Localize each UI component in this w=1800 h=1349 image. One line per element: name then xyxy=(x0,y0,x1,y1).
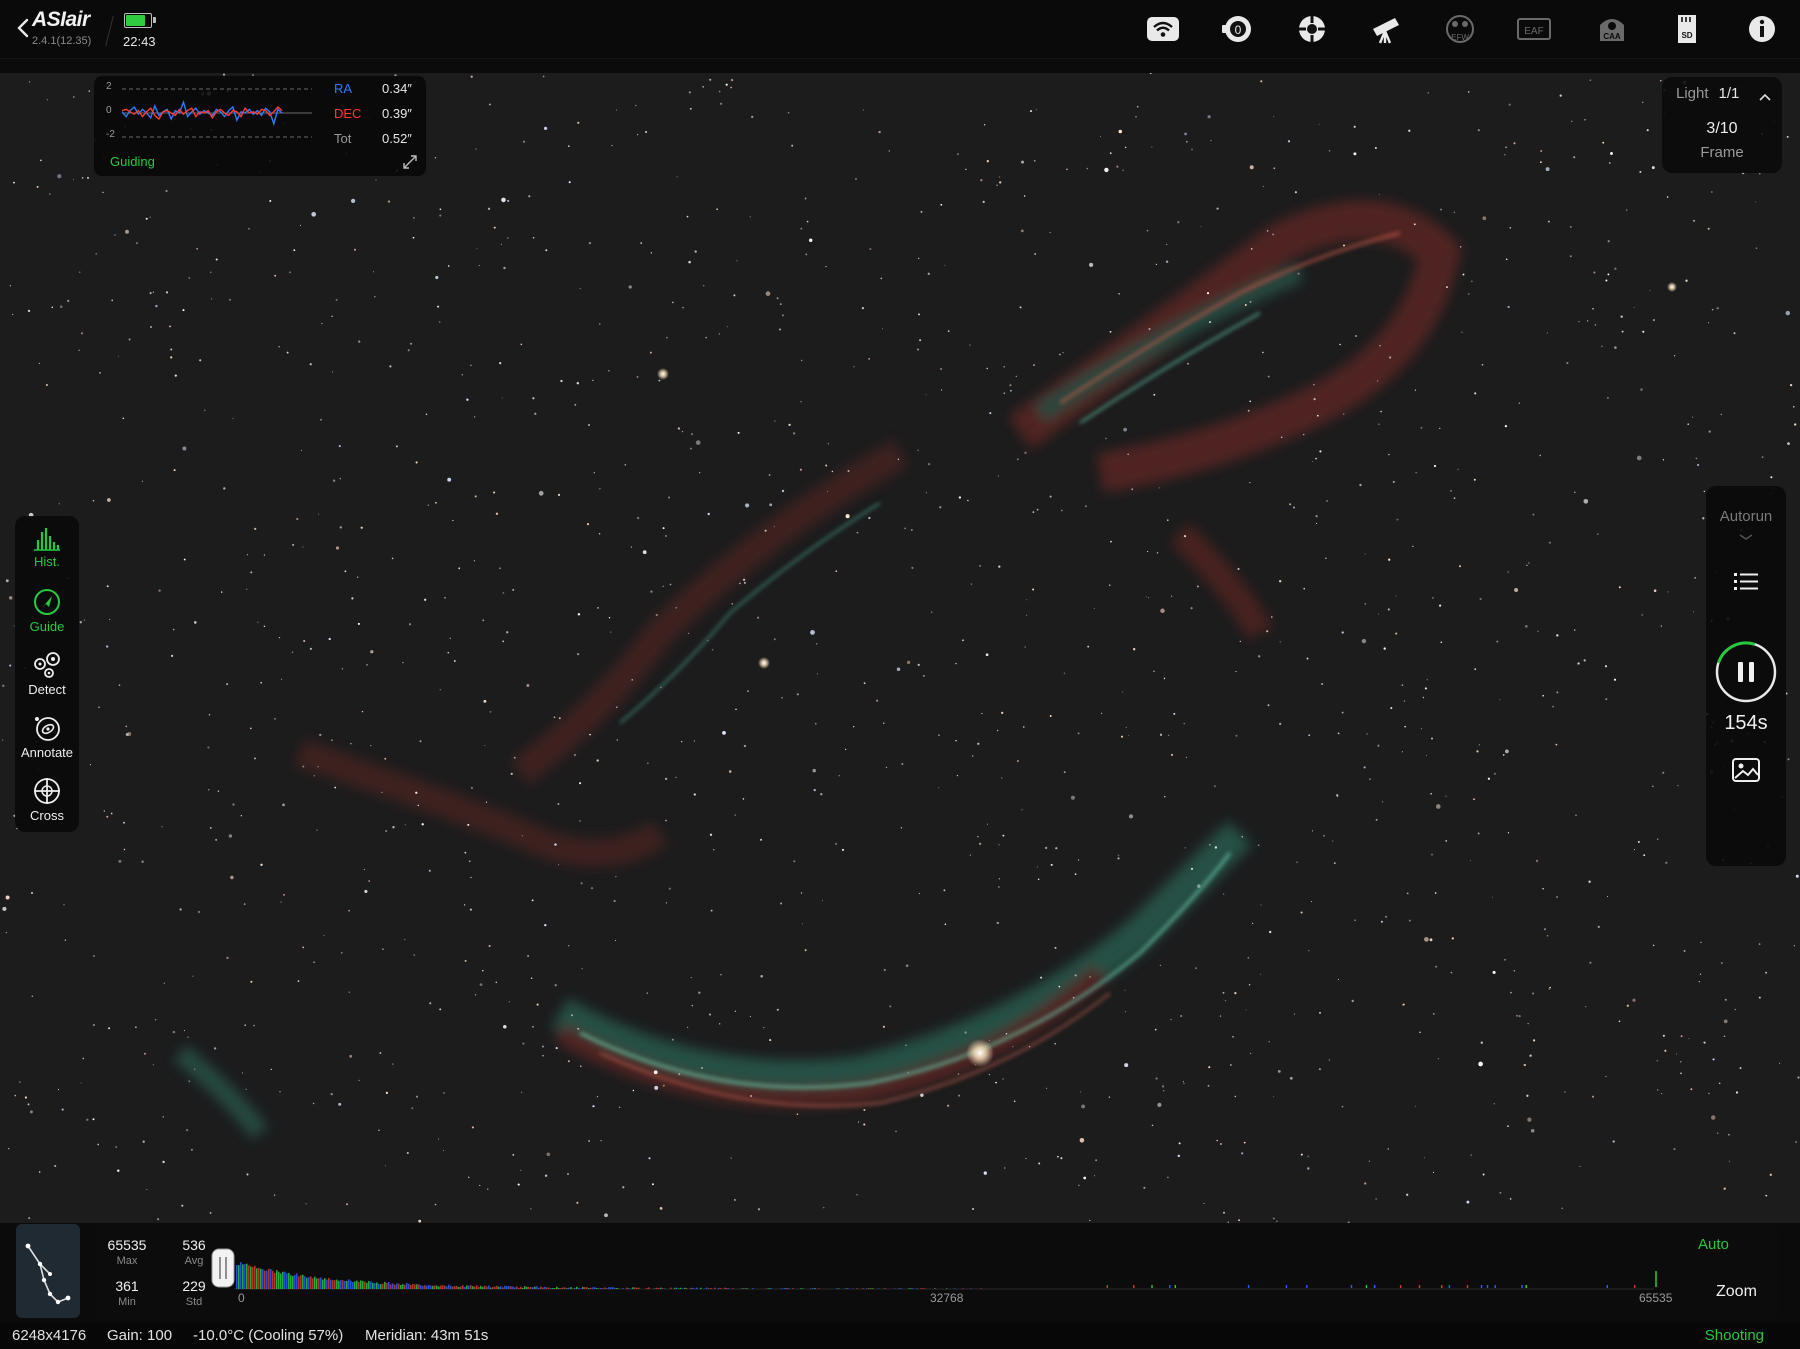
app-logo: ASIair xyxy=(32,8,90,31)
back-button[interactable] xyxy=(14,16,34,40)
clock: 22:43 xyxy=(123,34,156,49)
frame-label: Frame xyxy=(1700,144,1744,161)
telescope-icon[interactable] xyxy=(1367,10,1405,48)
tool-guide[interactable]: Guide xyxy=(15,581,79,639)
battery-icon xyxy=(124,13,156,28)
efw-icon[interactable]: EFW xyxy=(1441,10,1479,48)
veil-nebula-image xyxy=(2,73,1800,1223)
sd-card-icon[interactable]: SD xyxy=(1668,10,1706,48)
info-icon[interactable] xyxy=(1743,10,1781,48)
wifi-icon[interactable] xyxy=(1144,10,1182,48)
svg-text:EFW: EFW xyxy=(1451,33,1469,42)
exposure-progress-arc xyxy=(1716,641,1756,664)
hist-axis-tick: 32768 xyxy=(930,1291,964,1305)
guiding-graph-panel[interactable]: 2 0 -2 RA 0.34″ DEC 0.39″ Tot 0.52″ Guid… xyxy=(94,76,426,176)
dec-label: DEC xyxy=(334,106,362,121)
frame-count: 3/10 xyxy=(1706,120,1738,137)
black-point-slider[interactable] xyxy=(211,1248,235,1288)
guide-axis-tick: 2 xyxy=(106,81,112,92)
guide-icon xyxy=(34,589,60,615)
tool-label: Cross xyxy=(30,808,64,823)
tool-label: Hist. xyxy=(34,554,60,569)
tool-label: Detect xyxy=(28,682,66,697)
tot-label: Tot xyxy=(334,131,352,146)
tool-sidebar: Hist. Guide Detect Annotate Cross xyxy=(15,516,79,832)
histogram-bars xyxy=(236,1262,1636,1289)
histogram-icon xyxy=(34,528,60,551)
caa-icon[interactable]: CAA xyxy=(1593,10,1631,48)
top-bar: ASIair 2.4.1(12.35) 22:43 0 EFW EAF CAA … xyxy=(0,0,1800,59)
tool-hist[interactable]: Hist. xyxy=(15,518,79,576)
auto-stretch-button[interactable]: Auto xyxy=(1698,1236,1729,1253)
list-icon[interactable] xyxy=(1730,568,1762,596)
chevron-down-icon xyxy=(1738,528,1754,540)
svg-text:CAA: CAA xyxy=(1603,32,1621,41)
hist-axis-tick: 0 xyxy=(238,1291,245,1305)
ra-label: RA xyxy=(334,81,353,96)
sensor-temperature: -10.0°C (Cooling 57%) xyxy=(193,1327,344,1344)
pause-button[interactable] xyxy=(1714,640,1778,704)
tool-detect[interactable]: Detect xyxy=(15,644,79,702)
dec-value: 0.39″ xyxy=(382,106,412,121)
guide-axis-tick: -2 xyxy=(106,129,115,140)
eaf-icon[interactable]: EAF xyxy=(1515,10,1553,48)
tot-value: 0.52″ xyxy=(382,131,412,146)
camera-icon[interactable]: 0 xyxy=(1219,10,1257,48)
tool-annotate[interactable]: Annotate xyxy=(15,707,79,765)
ra-value: 0.34″ xyxy=(382,81,412,96)
svg-text:SD: SD xyxy=(1681,31,1692,40)
status-bar: 6248x4176 Gain: 100 -10.0°C (Cooling 57%… xyxy=(0,1323,1800,1349)
mount-target-icon[interactable] xyxy=(1293,10,1331,48)
pause-icon xyxy=(1715,641,1777,703)
frame-counter-panel[interactable]: Light 1/1 3/10 Frame xyxy=(1662,77,1782,173)
hist-axis-tick: 65535 xyxy=(1639,1291,1673,1305)
svg-text:EAF: EAF xyxy=(1524,26,1543,37)
expand-icon[interactable] xyxy=(402,154,418,170)
svg-text:0: 0 xyxy=(1235,23,1242,37)
histogram-panel: 65535 Max 536 Avg 361 Min 229 Std 0 32768 65… xyxy=(94,1223,1780,1319)
crosshair-icon xyxy=(34,778,60,804)
zoom-button[interactable]: Zoom xyxy=(1716,1283,1757,1301)
bright-star xyxy=(966,1039,994,1067)
frame-sequence: 1/1 xyxy=(1718,85,1740,102)
constellation-icon xyxy=(25,1243,71,1305)
detect-stars-icon xyxy=(34,652,60,678)
guide-error-graph xyxy=(122,88,312,138)
gallery-icon[interactable] xyxy=(1730,756,1762,784)
frame-type: Light xyxy=(1676,85,1709,102)
app-version: 2.4.1(12.35) xyxy=(32,35,92,47)
exposure-time: 154s xyxy=(1724,712,1768,734)
camera-gain: Gain: 100 xyxy=(107,1327,173,1344)
astro-image-viewer[interactable] xyxy=(0,73,1800,1223)
chevron-left-icon xyxy=(17,18,29,38)
capture-state: Shooting xyxy=(1704,1327,1764,1344)
autorun-button[interactable]: Autorun xyxy=(1706,508,1786,525)
capture-panel: Autorun 154s xyxy=(1706,486,1786,866)
tool-label: Annotate xyxy=(20,745,74,760)
tool-cross[interactable]: Cross xyxy=(15,770,79,828)
guiding-status: Guiding xyxy=(110,154,155,169)
guide-axis-tick: 0 xyxy=(106,105,112,116)
chevron-up-icon[interactable] xyxy=(1758,89,1772,101)
tool-label: Guide xyxy=(29,619,65,634)
image-resolution: 6248x4176 xyxy=(12,1327,87,1344)
dec-series-line xyxy=(122,106,283,121)
plate-solve-thumbnail[interactable] xyxy=(16,1224,80,1318)
meridian-countdown: Meridian: 43m 51s xyxy=(365,1327,489,1344)
divider xyxy=(105,16,114,46)
annotate-galaxy-icon xyxy=(35,717,60,741)
